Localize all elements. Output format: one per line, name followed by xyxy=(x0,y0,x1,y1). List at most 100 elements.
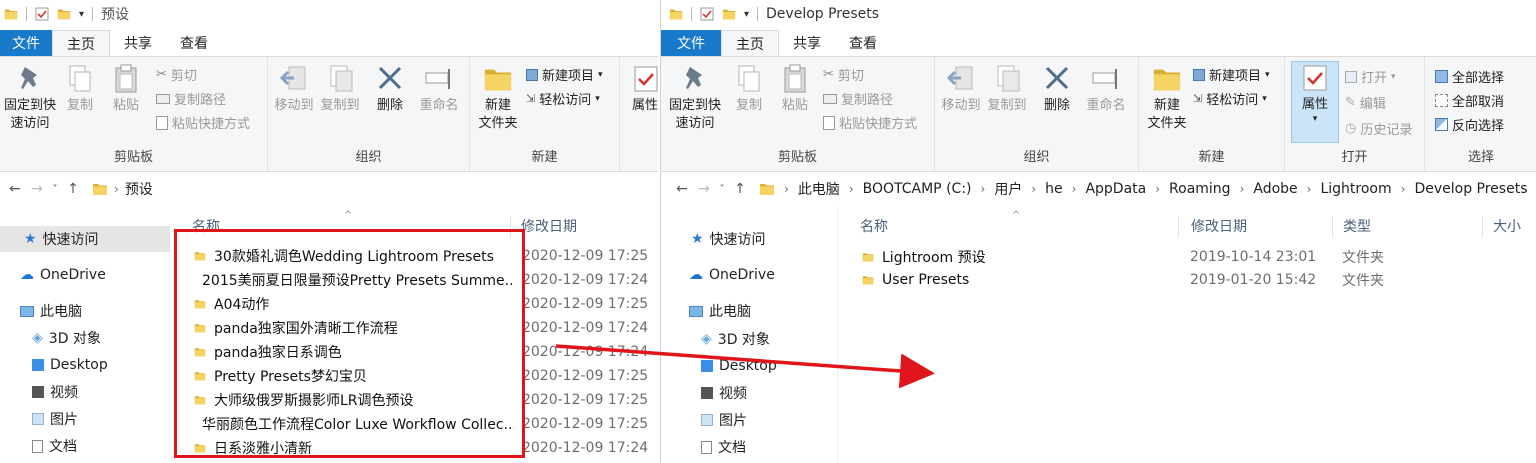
select-group: 全部选择 全部取消 反向选择 选择 xyxy=(1425,57,1536,171)
tab-home[interactable]: 主页 xyxy=(721,30,779,56)
quick-access-dropdown-icon[interactable]: ▾ xyxy=(744,9,749,20)
move-to-button[interactable]: 移动到 xyxy=(939,63,983,115)
tab-file[interactable]: 文件 xyxy=(661,30,721,56)
breadcrumb-item[interactable]: Lightroom xyxy=(1320,181,1391,197)
tab-share[interactable]: 共享 xyxy=(779,30,835,56)
nav-pictures[interactable]: 图片 xyxy=(0,406,170,432)
invert-selection-button[interactable]: 反向选择 xyxy=(1435,115,1504,134)
properties-button[interactable]: 属性 xyxy=(630,63,658,115)
pin-to-quick-access-button[interactable]: 固定到快 速访问 xyxy=(667,63,723,133)
breadcrumb-item[interactable]: 预设 xyxy=(125,179,153,199)
easy-access-button[interactable]: ⇲ 轻松访问 ▾ xyxy=(1193,89,1267,108)
edit-button[interactable]: ✎ 编辑 xyxy=(1345,93,1386,112)
nav-onedrive[interactable]: ☁ OneDrive xyxy=(661,262,837,288)
open-button[interactable]: 打开 ▾ xyxy=(1345,67,1396,86)
back-arrow-icon[interactable]: ← xyxy=(671,181,693,197)
breadcrumb-item[interactable]: Adobe xyxy=(1253,181,1297,197)
column-header-date[interactable]: 修改日期 xyxy=(1178,216,1247,238)
nav-desktop[interactable]: Desktop xyxy=(0,352,170,378)
new-folder-quick-icon[interactable] xyxy=(722,7,736,21)
nav-pictures[interactable]: 图片 xyxy=(661,407,837,433)
breadcrumb-item[interactable]: AppData xyxy=(1085,181,1146,197)
navigation-pane: ★ 快速访问 ☁ OneDrive 此电脑 ◈ 3D 对象 Desktop 视频… xyxy=(0,206,170,463)
invert-selection-icon xyxy=(1435,118,1448,131)
new-item-button[interactable]: 新建项目 ▾ xyxy=(1193,65,1270,84)
table-row[interactable]: User Presets 2019-01-20 15:42 文件夹 xyxy=(838,268,1536,292)
properties-button[interactable]: 属性 ▾ xyxy=(1291,61,1339,143)
breadcrumb-item[interactable]: 用户 xyxy=(994,179,1022,199)
rename-icon xyxy=(425,69,450,89)
breadcrumb-separator: › xyxy=(1400,182,1406,196)
delete-button[interactable]: 删除 xyxy=(372,63,408,115)
nav-documents[interactable]: 文档 xyxy=(661,434,837,460)
history-button[interactable]: ◷ 历史记录 xyxy=(1345,119,1412,138)
new-folder-quick-icon[interactable] xyxy=(57,7,71,21)
tab-share[interactable]: 共享 xyxy=(110,30,166,56)
nav-this-pc[interactable]: 此电脑 xyxy=(0,298,170,324)
move-to-button[interactable]: 移动到 xyxy=(272,63,316,115)
nav-3d-objects[interactable]: ◈ 3D 对象 xyxy=(661,326,837,352)
table-row[interactable]: Lightroom 预设 2019-10-14 23:01 文件夹 xyxy=(838,245,1536,269)
breadcrumb-item[interactable]: he xyxy=(1045,181,1063,197)
nav-documents[interactable]: 文档 xyxy=(0,433,170,459)
breadcrumb[interactable]: › 此电脑 › BOOTCAMP (C:) › 用户 › he › AppDat… xyxy=(759,179,1528,199)
copy-to-button[interactable]: 复制到 xyxy=(985,63,1029,115)
breadcrumb-item[interactable]: Roaming xyxy=(1169,181,1231,197)
up-arrow-icon[interactable]: ↑ xyxy=(729,181,751,197)
new-folder-button[interactable]: 新建 文件夹 xyxy=(1143,63,1191,133)
copy-path-button[interactable]: 复制路径 xyxy=(156,89,226,108)
column-header-size[interactable]: 大小 xyxy=(1482,216,1521,238)
nav-quick-access[interactable]: ★ 快速访问 xyxy=(661,226,837,252)
paste-shortcut-button[interactable]: 粘贴快捷方式 xyxy=(823,113,917,132)
easy-access-button[interactable]: ⇲ 轻松访问 ▾ xyxy=(526,89,600,108)
cut-button[interactable]: ✂ 剪切 xyxy=(156,65,197,84)
new-folder-button[interactable]: 新建 文件夹 xyxy=(474,63,522,133)
forward-arrow-icon[interactable]: → xyxy=(26,181,48,197)
nav-desktop[interactable]: Desktop xyxy=(661,353,837,379)
select-none-button[interactable]: 全部取消 xyxy=(1435,91,1504,110)
column-header-name[interactable]: ^ 名称 xyxy=(860,210,1020,238)
rename-button[interactable]: 重命名 xyxy=(414,63,464,115)
select-all-button[interactable]: 全部选择 xyxy=(1435,67,1504,86)
nav-this-pc[interactable]: 此电脑 xyxy=(661,298,837,324)
copy-path-button[interactable]: 复制路径 xyxy=(823,89,893,108)
recent-dropdown-icon[interactable]: ˅ xyxy=(715,184,729,195)
breadcrumb[interactable]: › 预设 xyxy=(92,179,153,199)
properties-check-icon[interactable] xyxy=(700,7,714,21)
nav-onedrive[interactable]: ☁ OneDrive xyxy=(0,262,170,288)
new-folder-label-2: 文件夹 xyxy=(478,116,518,131)
recent-dropdown-icon[interactable]: ˅ xyxy=(48,184,62,195)
pin-to-quick-access-button[interactable]: 固定到快 速访问 xyxy=(2,63,58,133)
nav-videos[interactable]: 视频 xyxy=(661,380,837,406)
paste-shortcut-button[interactable]: 粘贴快捷方式 xyxy=(156,113,250,132)
nav-videos[interactable]: 视频 xyxy=(0,379,170,405)
new-item-button[interactable]: 新建项目 ▾ xyxy=(526,65,603,84)
tab-file[interactable]: 文件 xyxy=(0,30,52,56)
delete-button[interactable]: 删除 xyxy=(1039,63,1075,115)
properties-check-icon[interactable] xyxy=(35,7,49,21)
copy-to-button[interactable]: 复制到 xyxy=(318,63,362,115)
breadcrumb-item[interactable]: BOOTCAMP (C:) xyxy=(863,181,972,197)
tab-home[interactable]: 主页 xyxy=(52,30,110,56)
copy-button[interactable]: 复制 xyxy=(729,63,769,115)
column-header-type[interactable]: 类型 xyxy=(1332,216,1371,238)
copy-button[interactable]: 复制 xyxy=(60,63,100,115)
cut-button[interactable]: ✂ 剪切 xyxy=(823,65,864,84)
tab-view[interactable]: 查看 xyxy=(166,30,222,56)
rename-button[interactable]: 重命名 xyxy=(1081,63,1131,115)
forward-arrow-icon[interactable]: → xyxy=(693,181,715,197)
tab-view[interactable]: 查看 xyxy=(835,30,891,56)
paste-button[interactable]: 粘贴 xyxy=(775,63,815,115)
organize-group-label: 组织 xyxy=(355,150,382,165)
edit-label: 编辑 xyxy=(1359,97,1386,112)
back-arrow-icon[interactable]: ← xyxy=(4,181,26,197)
clipboard-group-label: 剪贴板 xyxy=(777,150,817,165)
breadcrumb-item[interactable]: 此电脑 xyxy=(798,179,840,199)
nav-3d-objects[interactable]: ◈ 3D 对象 xyxy=(0,325,170,351)
nav-quick-access[interactable]: ★ 快速访问 xyxy=(0,226,170,252)
quick-access-dropdown-icon[interactable]: ▾ xyxy=(79,9,84,20)
window-title: Develop Presets xyxy=(766,6,880,22)
up-arrow-icon[interactable]: ↑ xyxy=(62,181,84,197)
breadcrumb-item[interactable]: Develop Presets xyxy=(1414,181,1527,197)
paste-button[interactable]: 粘贴 xyxy=(106,63,146,115)
